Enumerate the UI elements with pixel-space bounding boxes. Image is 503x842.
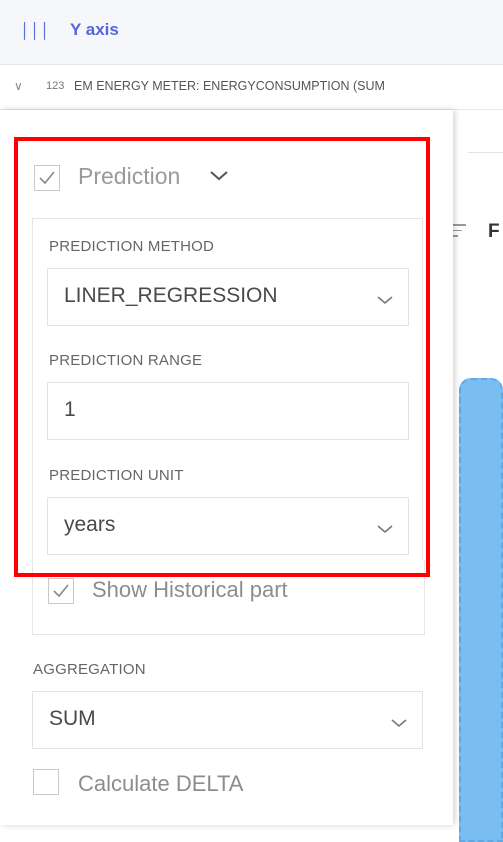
- chevron-down-icon: [377, 296, 393, 305]
- check-icon: [39, 171, 55, 185]
- prediction-range-input[interactable]: 1: [47, 382, 409, 440]
- prediction-range-value: 1: [64, 398, 76, 421]
- show-historical-label[interactable]: Show Historical part: [92, 577, 288, 603]
- prediction-unit-label: PREDICTION UNIT: [49, 467, 184, 484]
- show-historical-checkbox[interactable]: [48, 578, 74, 604]
- calculate-delta-label[interactable]: Calculate DELTA: [78, 771, 243, 797]
- prediction-method-label: PREDICTION METHOD: [49, 238, 215, 255]
- divider: [468, 152, 503, 153]
- bars-icon: │││: [20, 22, 51, 40]
- chevron-down-icon: [377, 525, 393, 534]
- prediction-range-label: PREDICTION RANGE: [49, 352, 203, 369]
- chevron-down-icon[interactable]: ∨: [14, 79, 23, 93]
- chevron-down-icon: [391, 719, 407, 728]
- aggregation-select[interactable]: SUM: [32, 691, 423, 749]
- prediction-label[interactable]: Prediction: [78, 163, 180, 190]
- chart-bar: [459, 378, 503, 842]
- y-axis-header: │││ Y axis: [0, 0, 503, 65]
- partial-label: F: [488, 221, 500, 242]
- numeric-type-badge: 123: [46, 80, 65, 92]
- prediction-unit-value: years: [64, 513, 116, 536]
- calculate-delta-checkbox[interactable]: [33, 769, 59, 795]
- aggregation-value: SUM: [49, 707, 96, 730]
- prediction-checkbox[interactable]: [34, 165, 60, 191]
- field-row[interactable]: ∨ 123 EM ENERGY METER: ENERGYCONSUMPTION…: [0, 65, 503, 110]
- prediction-method-value: LINER_REGRESSION: [64, 284, 278, 307]
- chevron-down-icon[interactable]: [209, 170, 229, 182]
- filter-icon[interactable]: [452, 224, 466, 240]
- aggregation-label: AGGREGATION: [33, 661, 146, 678]
- y-axis-title: Y axis: [70, 20, 119, 39]
- prediction-unit-select[interactable]: years: [47, 497, 409, 555]
- prediction-method-select[interactable]: LINER_REGRESSION: [47, 268, 409, 326]
- field-name: EM ENERGY METER: ENERGYCONSUMPTION (SUM: [74, 79, 385, 93]
- check-icon: [53, 584, 69, 598]
